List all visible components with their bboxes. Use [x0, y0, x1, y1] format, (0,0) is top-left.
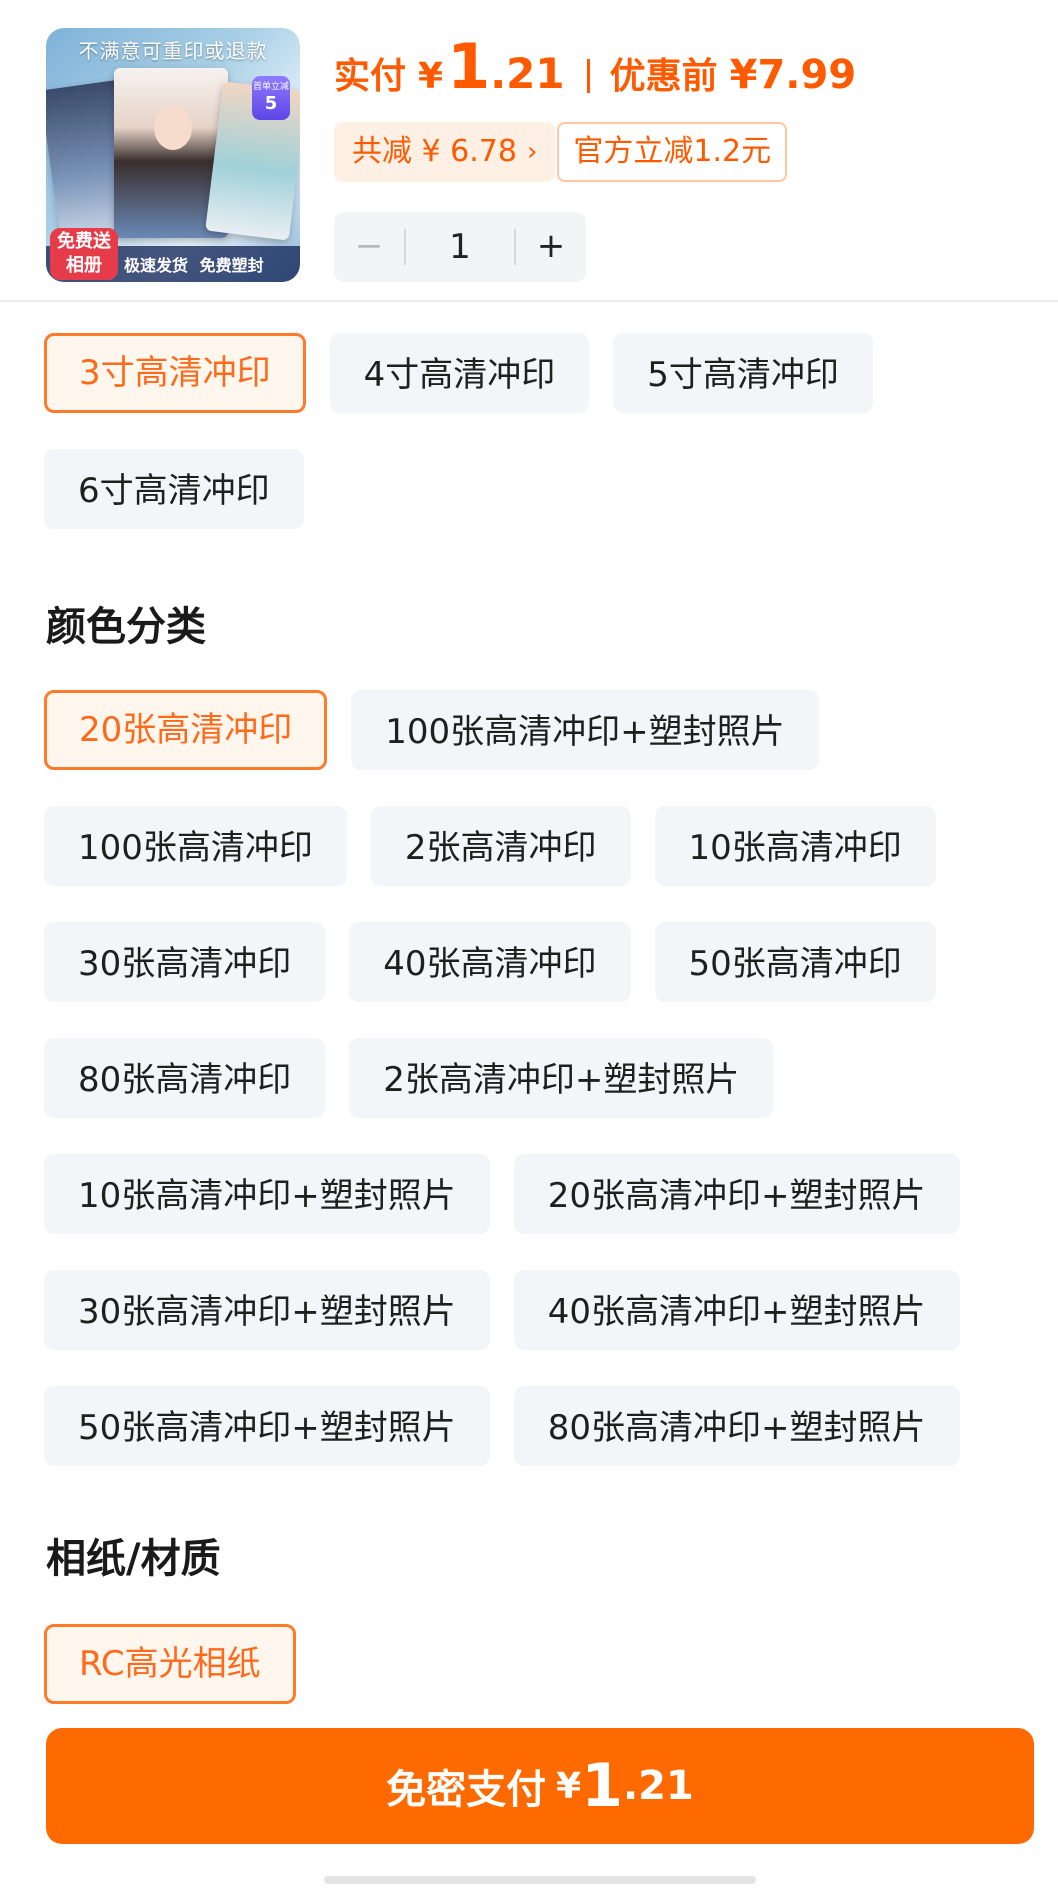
quantity-stepper: − 1 + [334, 212, 586, 282]
color-option[interactable]: 10张高清冲印 [654, 806, 936, 886]
pay-amount-integer: 1 [581, 1751, 623, 1821]
color-option[interactable]: 2张高清冲印+塑封照片 [349, 1038, 774, 1118]
size-option-selected[interactable]: 3寸高清冲印 [44, 333, 306, 413]
header-divider [0, 300, 1058, 302]
color-option[interactable]: 20张高清冲印+塑封照片 [513, 1154, 960, 1234]
chevron-right-icon: › [526, 137, 538, 167]
color-option[interactable]: 30张高清冲印+塑封照片 [44, 1270, 490, 1350]
color-options: 20张高清冲印 100张高清冲印+塑封照片 100张高清冲印 2张高清冲印 10张高清冲… [44, 690, 1024, 1466]
price-separator [586, 59, 590, 93]
total-discount-chip[interactable]: 共减 ¥ 6.78 › [334, 122, 556, 182]
color-option[interactable]: 10张高清冲印+塑封照片 [44, 1154, 490, 1234]
color-option[interactable]: 80张高清冲印 [44, 1038, 326, 1118]
pay-currency: ¥ [556, 1765, 582, 1807]
official-discount-tag: 官方立减1.2元 [557, 122, 788, 182]
thumbnail-promo-badge: 首单立减 5 [252, 76, 290, 120]
thumbnail-badge-label: 首单立减 [252, 82, 289, 92]
paid-currency: ¥ [418, 56, 444, 97]
size-option[interactable]: 5寸高清冲印 [613, 333, 873, 413]
original-price-label: 优惠前 [609, 56, 718, 97]
quantity-increase-button[interactable]: + [516, 212, 586, 282]
material-section-title: 相纸/材质 [46, 1536, 221, 1582]
color-option[interactable]: 40张高清冲印+塑封照片 [513, 1270, 960, 1350]
color-option-selected[interactable]: 20张高清冲印 [44, 690, 328, 770]
color-option-list: 20张高清冲印 100张高清冲印+塑封照片 100张高清冲印 2张高清冲印 10张高清冲… [44, 690, 1024, 1466]
color-option[interactable]: 100张高清冲印+塑封照片 [351, 690, 819, 770]
product-header: 不满意可重印或退款 首单立减 5 极速发货 免费塑封 免费送相册 实付 ¥ 1 … [0, 0, 1058, 300]
material-option-selected[interactable]: RC高光相纸 [44, 1624, 296, 1704]
quantity-value[interactable]: 1 [406, 227, 514, 267]
paid-price-integer: 1 [447, 30, 491, 103]
color-option[interactable]: 2张高清冲印 [370, 806, 631, 886]
color-option[interactable]: 30张高清冲印 [44, 922, 326, 1002]
thumbnail-badge-number: 5 [264, 93, 278, 114]
product-thumbnail[interactable]: 不满意可重印或退款 首单立减 5 极速发货 免费塑封 免费送相册 [46, 28, 300, 282]
color-option[interactable]: 80张高清冲印+塑封照片 [513, 1386, 960, 1466]
pay-button[interactable]: 免密支付 ¥ 1 .21 [46, 1728, 1034, 1844]
discount-row: 共减 ¥ 6.78 › 官方立减1.2元 [334, 122, 788, 182]
thumbnail-face [154, 106, 192, 150]
color-option[interactable]: 50张高清冲印+塑封照片 [44, 1386, 490, 1466]
original-price-value: ¥7.99 [729, 52, 857, 98]
thumbnail-banner-text: 不满意可重印或退款 [78, 39, 268, 63]
material-option-list: RC高光相纸 [44, 1624, 1024, 1704]
size-options: 3寸高清冲印 4寸高清冲印 5寸高清冲印 6寸高清冲印 [44, 333, 1024, 529]
material-options: RC高光相纸 [44, 1624, 1024, 1704]
color-option[interactable]: 100张高清冲印 [44, 806, 347, 886]
total-discount-text: 共减 ¥ 6.78 [352, 134, 517, 169]
price-line: 实付 ¥ 1 .21 优惠前 ¥7.99 [334, 30, 856, 110]
color-option[interactable]: 50张高清冲印 [654, 922, 936, 1002]
home-indicator[interactable] [324, 1876, 756, 1884]
size-option[interactable]: 4寸高清冲印 [329, 333, 590, 413]
thumbnail-gift-tag: 免费送相册 [50, 228, 118, 280]
paid-label: 实付 [334, 56, 407, 97]
paid-price-decimal: .21 [490, 49, 565, 98]
quantity-decrease-button[interactable]: − [334, 212, 404, 282]
pay-button-label: 免密支付 [386, 1767, 547, 1813]
size-option[interactable]: 6寸高清冲印 [44, 449, 304, 529]
color-section-title: 颜色分类 [46, 604, 206, 650]
thumbnail-bottom-text: 极速发货 免费塑封 [124, 256, 264, 275]
pay-amount-decimal: .21 [622, 1763, 694, 1809]
color-option[interactable]: 40张高清冲印 [349, 922, 631, 1002]
size-option-list: 3寸高清冲印 4寸高清冲印 5寸高清冲印 6寸高清冲印 [44, 333, 1024, 529]
